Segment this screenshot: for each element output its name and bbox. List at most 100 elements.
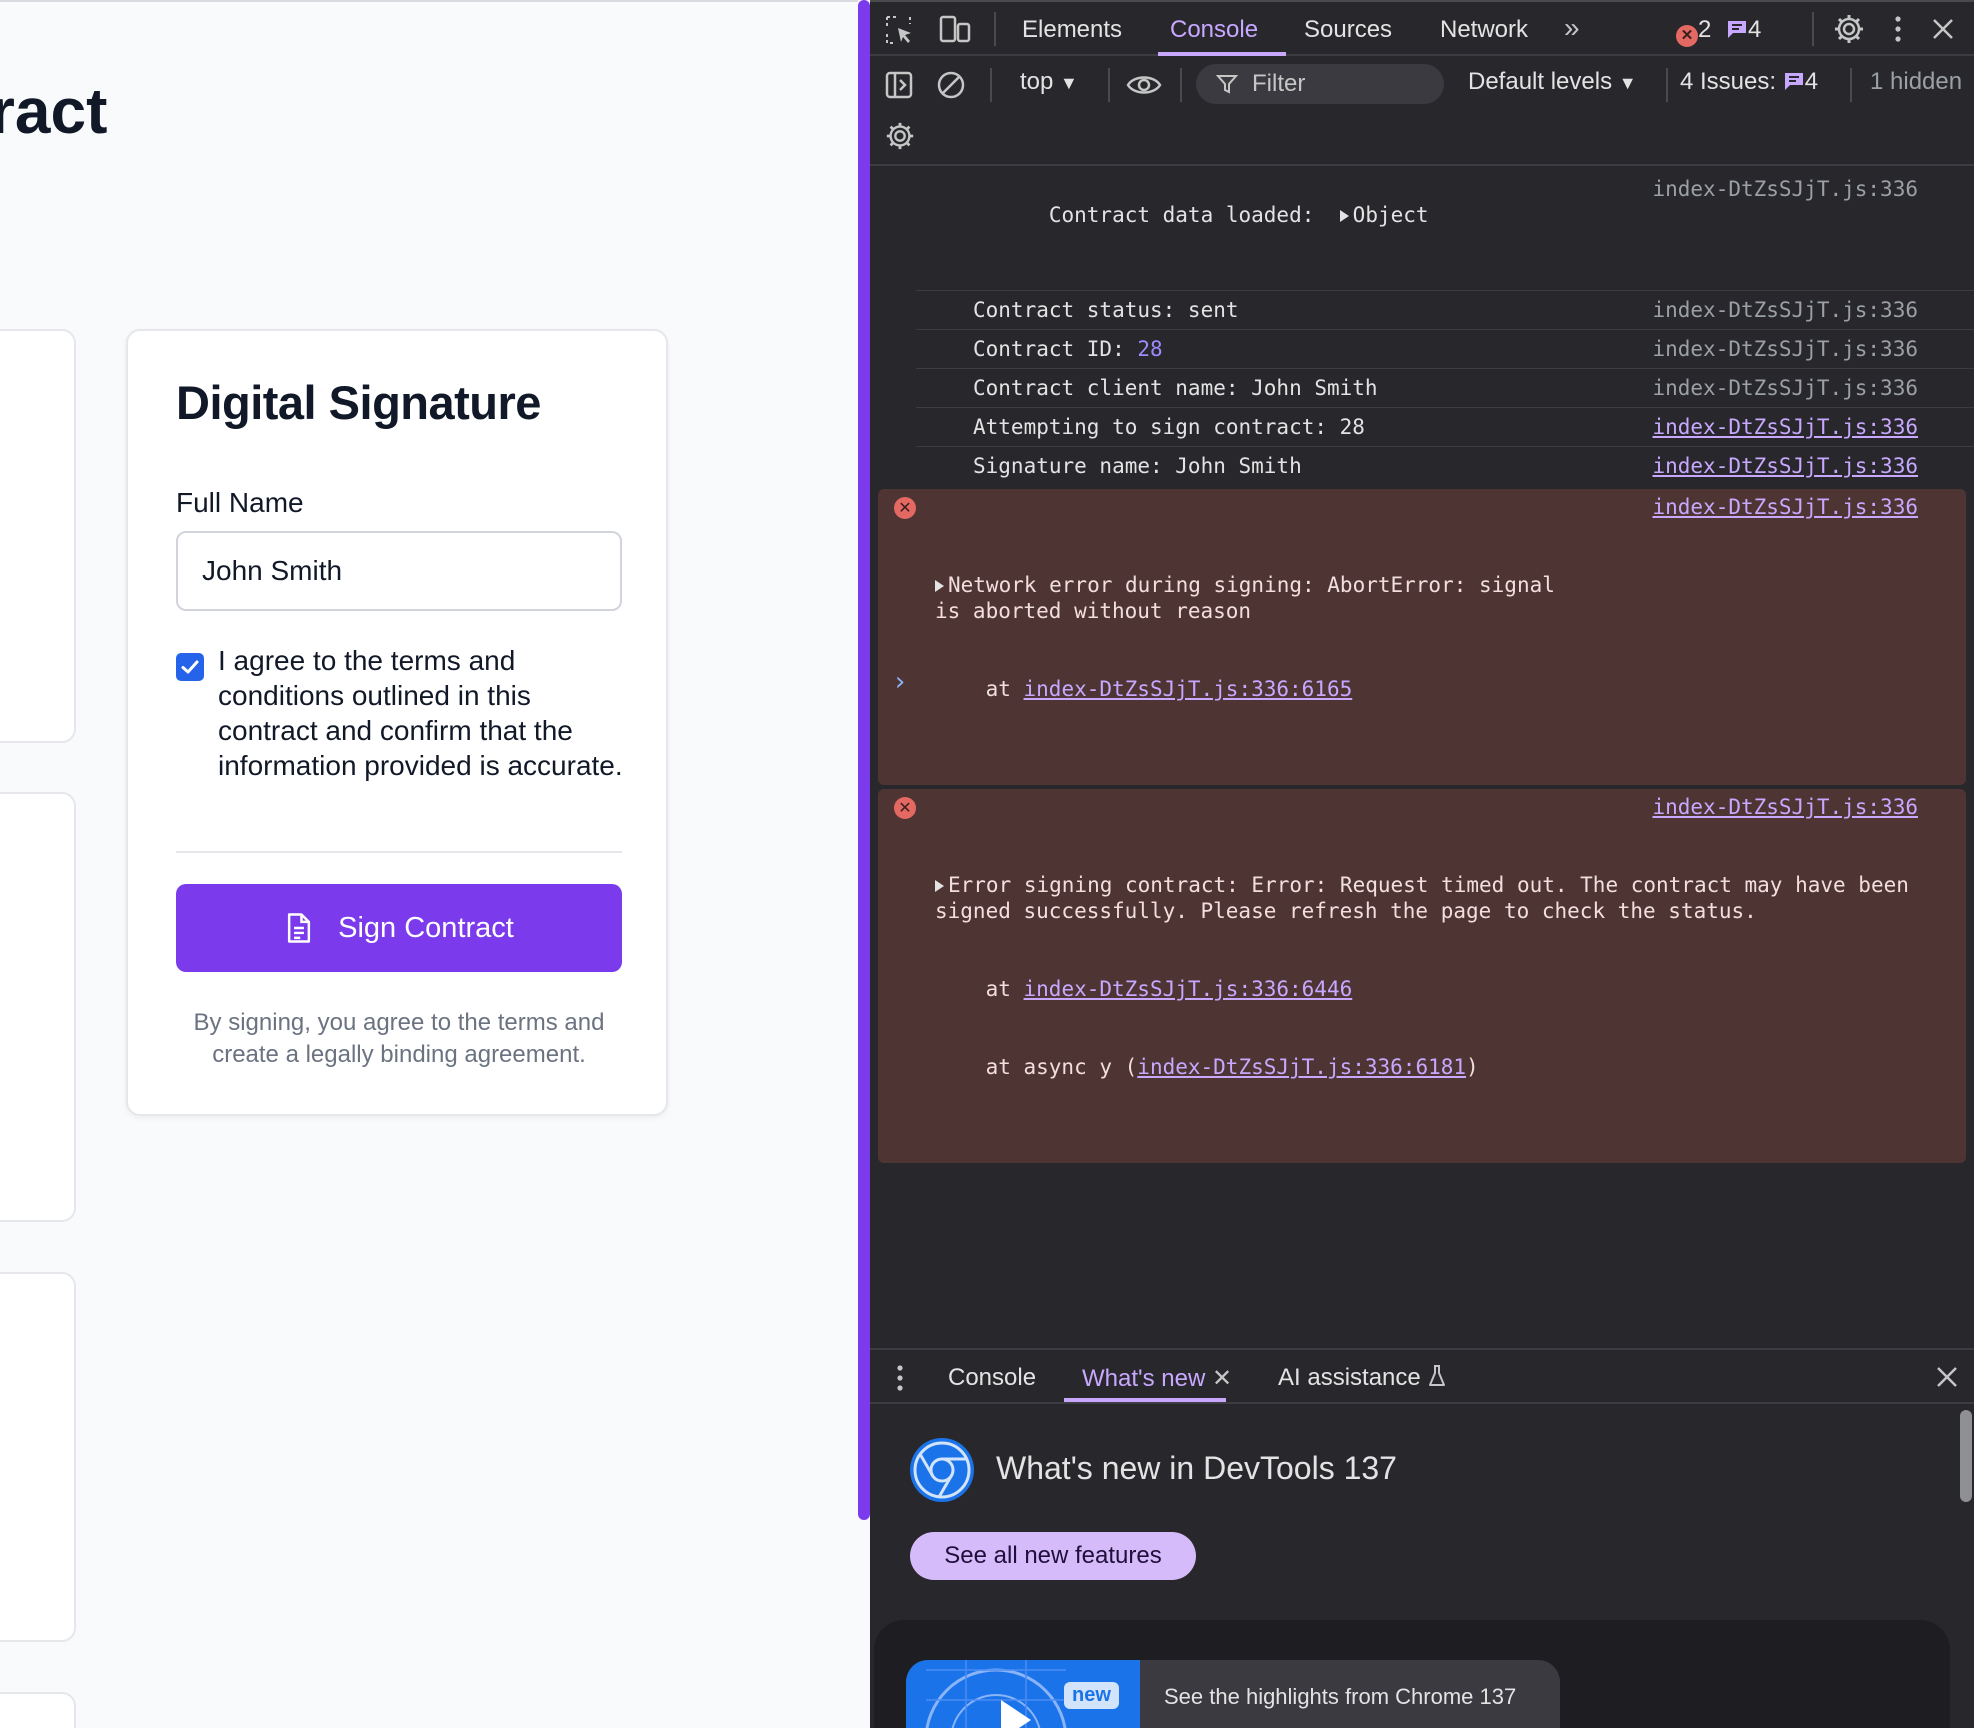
error-source-link[interactable]: index-DtZsSJjT.js:336: [1652, 494, 1918, 520]
drawer-tabbar: Console What's new ✕ AI assistance: [870, 1348, 1974, 1404]
filter-input[interactable]: Filter: [1196, 64, 1444, 104]
drawer-scrollbar[interactable]: [1960, 1410, 1972, 1502]
close-icon[interactable]: [1930, 16, 1956, 42]
highlight-text: See the highlights from Chrome 137: [1164, 1684, 1517, 1709]
drawer-tab-label: What's new: [1082, 1365, 1206, 1392]
message-icon: [1728, 21, 1747, 38]
error-count-badge[interactable]: ✕ 2 4: [1676, 16, 1761, 47]
separator: [1666, 68, 1668, 102]
error-icon: ✕: [1676, 25, 1698, 47]
message-count: 4: [1748, 16, 1762, 43]
log-source-link[interactable]: index-DtZsSJjT.js:336: [1652, 375, 1918, 401]
new-badge: new: [1064, 1682, 1119, 1709]
tab-elements[interactable]: Elements: [1022, 16, 1122, 44]
expand-triangle-icon[interactable]: [935, 580, 944, 592]
signature-card-title: Digital Signature: [176, 376, 541, 429]
tab-sources[interactable]: Sources: [1304, 16, 1392, 44]
log-number: 28: [1137, 337, 1163, 361]
highlight-video-card[interactable]: new See the highlights from Chrome 137: [906, 1660, 1560, 1728]
issues-counter[interactable]: 4 Issues: 4: [1680, 68, 1818, 96]
drawer-tab-console[interactable]: Console: [948, 1364, 1036, 1392]
active-tab-indicator: [1158, 52, 1286, 56]
more-tabs-chevron-icon[interactable]: »: [1564, 12, 1580, 44]
message-icon: [1784, 73, 1803, 90]
full-name-input[interactable]: [176, 531, 622, 611]
dropdown-arrow-icon: ▼: [1060, 73, 1078, 93]
issues-count: 4: [1804, 68, 1819, 95]
log-message: Contract ID:: [973, 337, 1138, 361]
log-entry: Contract ID: 28 index-DtZsSJjT.js:336: [916, 330, 1974, 369]
console-toolbar-row: top ▼ Filter Default levels ▼ 4 Issues: …: [870, 58, 1974, 166]
drawer-tab-ai-assistance[interactable]: AI assistance: [1278, 1364, 1447, 1392]
log-source-link[interactable]: index-DtZsSJjT.js:336: [1652, 453, 1918, 479]
devtools-resize-handle[interactable]: [858, 0, 870, 1520]
log-source-link[interactable]: index-DtZsSJjT.js:336: [1652, 176, 1918, 202]
error-entry: ✕ Network error during signing: AbortErr…: [878, 489, 1966, 785]
sign-contract-label: Sign Contract: [338, 911, 514, 944]
error-count: 2: [1698, 16, 1712, 43]
more-options-icon[interactable]: [1890, 14, 1906, 44]
error-message: Error signing contract: Error: Request t…: [935, 873, 1922, 923]
page-title: ract: [0, 75, 108, 147]
divider: [176, 851, 622, 853]
devtools-panel: Elements Console Sources Network » ✕ 2 4 …: [870, 0, 1974, 1728]
expand-triangle-icon[interactable]: [935, 880, 944, 892]
log-message: Contract data loaded:: [1048, 203, 1315, 227]
stack-prefix: at: [935, 677, 1024, 701]
log-entry: Contract data loaded: Object index-DtZsS…: [916, 166, 1974, 291]
issues-label: 4 Issues:: [1680, 68, 1777, 95]
error-entry: ✕ Error signing contract: Error: Request…: [878, 789, 1966, 1163]
context-value: top: [1020, 68, 1054, 95]
log-levels-selector[interactable]: Default levels ▼: [1468, 68, 1637, 96]
active-tab-indicator: [1064, 1398, 1226, 1402]
log-entry: Attempting to sign contract: 28 index-DtZ…: [916, 408, 1974, 447]
drawer-menu-icon[interactable]: [894, 1364, 906, 1392]
contract-details-card: [0, 329, 76, 743]
devtools-tabbar: Elements Console Sources Network » ✕ 2 4: [870, 2, 1974, 56]
context-selector[interactable]: top ▼: [1020, 68, 1078, 96]
tab-network[interactable]: Network: [1440, 16, 1528, 44]
expand-triangle-icon[interactable]: [1339, 210, 1349, 222]
error-icon: ✕: [894, 497, 916, 519]
sign-contract-button[interactable]: Sign Contract: [176, 884, 622, 972]
close-tab-icon[interactable]: ✕: [1212, 1365, 1232, 1392]
see-all-features-button[interactable]: See all new features: [910, 1532, 1196, 1580]
console-log: Contract data loaded: Object index-DtZsS…: [870, 166, 1974, 1167]
agree-terms-label: I agree to the terms and conditions outl…: [218, 645, 623, 781]
log-entry: Contract status: sent index-DtZsSJjT.js:3…: [916, 291, 1974, 330]
hidden-messages-count: 1 hidden: [1870, 68, 1963, 95]
error-icon: ✕: [894, 797, 916, 819]
full-name-label: Full Name: [176, 487, 304, 518]
agree-checkbox[interactable]: [176, 653, 204, 681]
drawer-tab-whats-new[interactable]: What's new ✕: [1082, 1364, 1232, 1393]
close-drawer-icon[interactable]: [1934, 1364, 1960, 1390]
drawer-tab-label: AI assistance: [1278, 1364, 1421, 1391]
checkmark-icon: [181, 660, 199, 674]
error-source-link[interactable]: index-DtZsSJjT.js:336: [1652, 794, 1918, 820]
separator: [1108, 68, 1110, 102]
stack-link[interactable]: index-DtZsSJjT.js:336:6165: [1024, 677, 1353, 701]
log-source-link[interactable]: index-DtZsSJjT.js:336: [1652, 414, 1918, 440]
contract-footer-card: [0, 1692, 76, 1728]
tab-console[interactable]: Console: [1170, 16, 1258, 44]
log-message: Contract status: sent: [973, 298, 1239, 322]
console-prompt-chevron-icon[interactable]: ›: [892, 667, 908, 697]
settings-gear-icon[interactable]: [1832, 12, 1866, 46]
chrome-devtools-logo-icon: [910, 1438, 974, 1502]
log-object[interactable]: Object: [1353, 203, 1429, 227]
stack-link[interactable]: index-DtZsSJjT.js:336:6181: [1137, 1055, 1466, 1079]
log-entry: Contract client name: John Smith index-Dt…: [916, 369, 1974, 408]
inspect-element-icon[interactable]: [884, 14, 916, 46]
log-message: Contract client name: John Smith: [973, 376, 1378, 400]
device-toolbar-icon[interactable]: [938, 14, 972, 46]
stack-suffix: ): [1466, 1055, 1479, 1079]
dropdown-arrow-icon: ▼: [1618, 73, 1637, 93]
experiment-flask-icon: [1429, 1365, 1446, 1386]
log-levels-value: Default levels: [1468, 68, 1613, 95]
log-source-link[interactable]: index-DtZsSJjT.js:336: [1652, 336, 1918, 362]
document-icon: [288, 913, 311, 943]
stack-link[interactable]: index-DtZsSJjT.js:336:6446: [1024, 977, 1353, 1001]
log-source-link[interactable]: index-DtZsSJjT.js:336: [1652, 297, 1918, 323]
console-settings-gear-icon[interactable]: [884, 120, 916, 152]
live-expression-eye-icon[interactable]: [1126, 70, 1162, 100]
